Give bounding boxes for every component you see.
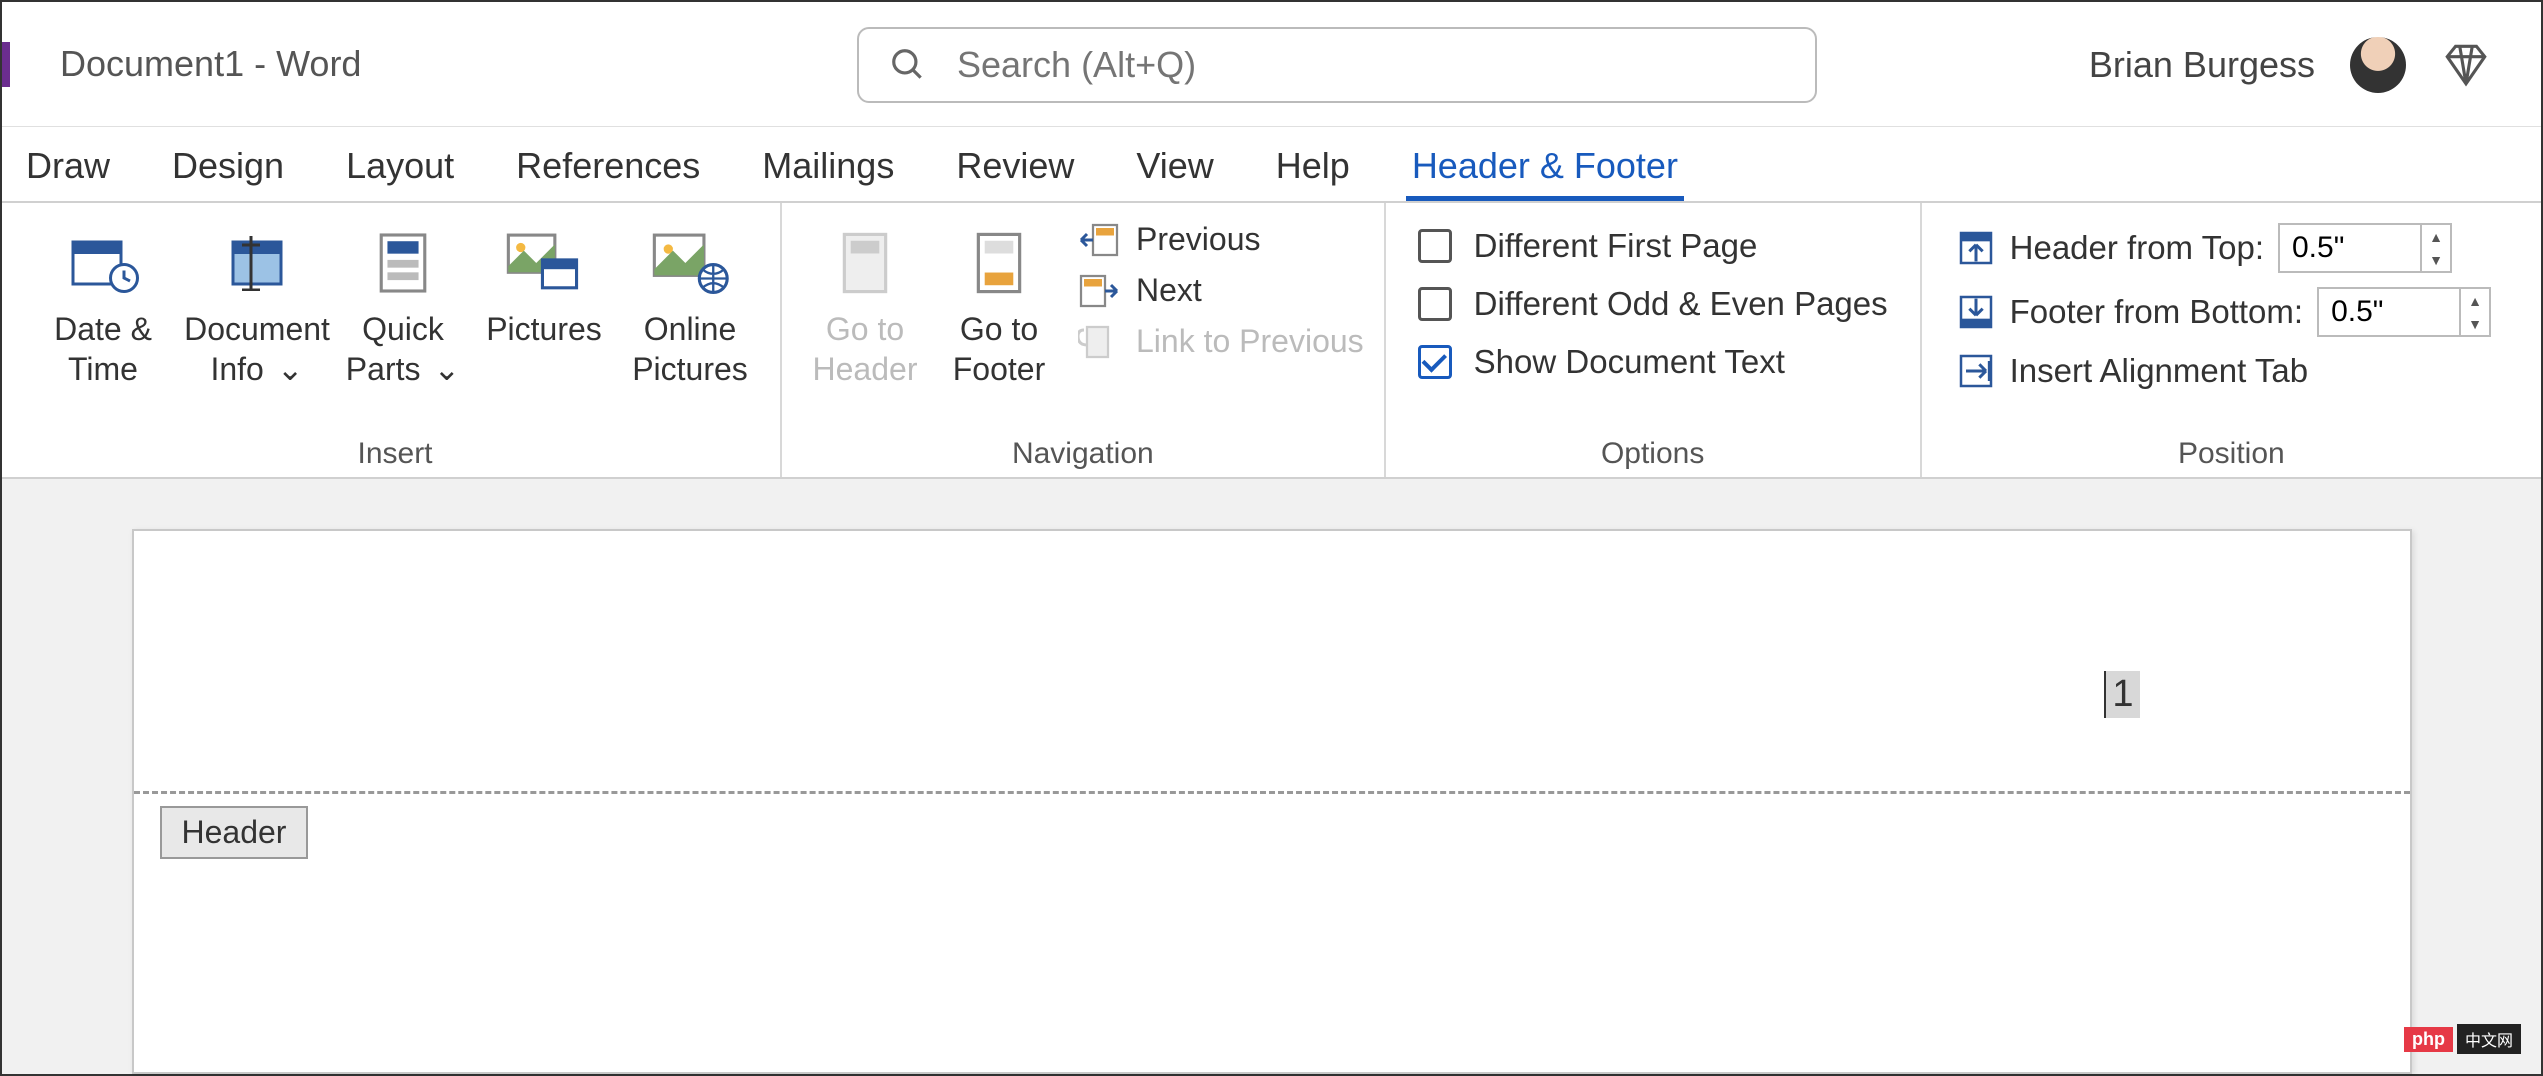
group-insert-label: Insert [30, 431, 760, 471]
page-number-field[interactable]: 1 [2104, 671, 2139, 718]
watermark-left: php [2404, 1027, 2453, 1052]
tab-header-footer[interactable]: Header & Footer [1406, 145, 1684, 201]
link-previous-label: Link to Previous [1136, 323, 1364, 360]
date-time-label: Date & Time [30, 309, 176, 389]
spinner-up-icon[interactable]: ▲ [2422, 225, 2450, 248]
page[interactable]: 1 Header [132, 529, 2412, 1074]
ribbon: Date & Time Document Info ⌄ Quick Parts … [2, 203, 2541, 479]
spinner-up-icon[interactable]: ▲ [2461, 289, 2489, 312]
previous-icon [1078, 222, 1120, 258]
insert-alignment-tab-label: Insert Alignment Tab [2010, 352, 2308, 390]
quick-parts-label: Quick Parts ⌄ [338, 309, 468, 389]
previous-label: Previous [1136, 221, 1261, 258]
premium-diamond-icon[interactable] [2441, 40, 2491, 90]
title-bar: Document1 - Word Brian Burgess [2, 2, 2541, 127]
next-icon [1078, 273, 1120, 309]
document-info-label: Document Info ⌄ [184, 309, 330, 389]
pictures-icon [505, 232, 583, 294]
different-odd-even-label: Different Odd & Even Pages [1474, 285, 1888, 323]
go-to-footer-label: Go to Footer [936, 309, 1062, 389]
quick-parts-button[interactable]: Quick Parts ⌄ [338, 213, 468, 389]
quick-parts-icon [375, 231, 431, 295]
online-pictures-icon [651, 232, 729, 294]
user-area: Brian Burgess [2089, 2, 2491, 127]
group-options-label: Options [1406, 431, 1900, 471]
user-name: Brian Burgess [2089, 44, 2315, 86]
tab-references[interactable]: References [510, 145, 706, 201]
tab-draw[interactable]: Draw [20, 145, 116, 201]
group-insert: Date & Time Document Info ⌄ Quick Parts … [2, 203, 782, 477]
alignment-tab-icon [1956, 351, 1996, 391]
insert-alignment-tab-button[interactable]: Insert Alignment Tab [1956, 351, 2491, 391]
search-input[interactable] [957, 44, 1785, 86]
link-to-previous-button: Link to Previous [1078, 323, 1364, 360]
document-info-icon [221, 235, 293, 291]
tab-view[interactable]: View [1130, 145, 1219, 201]
footer-from-bottom-icon [1956, 292, 1996, 332]
app-accent [2, 42, 10, 87]
chevron-down-icon: ⌄ [433, 349, 460, 389]
group-navigation-label: Navigation [802, 431, 1364, 471]
tab-mailings[interactable]: Mailings [756, 145, 900, 201]
ribbon-tabs: Draw Design Layout References Mailings R… [2, 127, 2541, 203]
avatar[interactable] [2350, 37, 2406, 93]
tab-layout[interactable]: Layout [340, 145, 460, 201]
header-from-top-row: Header from Top: ▲▼ [1956, 223, 2491, 273]
go-to-footer-icon [972, 231, 1026, 295]
group-position-label: Position [1942, 431, 2521, 471]
show-document-text-label: Show Document Text [1474, 343, 1785, 381]
group-position: Header from Top: ▲▼ Footer from Bottom: … [1922, 203, 2541, 477]
search-icon [889, 46, 927, 84]
tab-review[interactable]: Review [950, 145, 1080, 201]
spinner-down-icon[interactable]: ▼ [2422, 248, 2450, 271]
footer-from-bottom-label: Footer from Bottom: [2010, 293, 2303, 331]
document-info-button[interactable]: Document Info ⌄ [184, 213, 330, 389]
document-area: 1 Header [2, 479, 2541, 1074]
previous-button[interactable]: Previous [1078, 221, 1364, 258]
different-first-page-label: Different First Page [1474, 227, 1758, 265]
checkbox-checked-icon [1418, 345, 1452, 379]
document-title: Document1 - Word [60, 43, 361, 85]
watermark-right: 中文网 [2457, 1024, 2521, 1054]
header-from-top-spinner[interactable]: ▲▼ [2278, 223, 2452, 273]
calendar-clock-icon [67, 231, 139, 295]
date-time-button[interactable]: Date & Time [30, 213, 176, 389]
online-pictures-label: Online Pictures [620, 309, 760, 389]
header-zone[interactable]: 1 [134, 531, 2410, 791]
tab-help[interactable]: Help [1270, 145, 1356, 201]
go-to-header-button: Go to Header [802, 213, 928, 389]
header-from-top-label: Header from Top: [2010, 229, 2264, 267]
different-first-page-checkbox[interactable]: Different First Page [1418, 227, 1888, 265]
group-navigation: Go to Header Go to Footer Previous Next … [782, 203, 1386, 477]
chevron-down-icon: ⌄ [277, 349, 304, 389]
group-options: Different First Page Different Odd & Eve… [1386, 203, 1922, 477]
different-odd-even-checkbox[interactable]: Different Odd & Even Pages [1418, 285, 1888, 323]
pictures-label: Pictures [486, 309, 602, 349]
checkbox-icon [1418, 287, 1452, 321]
go-to-header-icon [838, 231, 892, 295]
link-previous-icon [1078, 324, 1120, 360]
search-box[interactable] [857, 27, 1817, 103]
go-to-header-label: Go to Header [802, 309, 928, 389]
watermark: php 中文网 [2404, 1024, 2521, 1054]
next-label: Next [1136, 272, 1202, 309]
show-document-text-checkbox[interactable]: Show Document Text [1418, 343, 1888, 381]
checkbox-icon [1418, 229, 1452, 263]
go-to-footer-button[interactable]: Go to Footer [936, 213, 1062, 389]
footer-from-bottom-input[interactable] [2319, 295, 2459, 329]
tab-design[interactable]: Design [166, 145, 290, 201]
header-divider [134, 791, 2410, 794]
online-pictures-button[interactable]: Online Pictures [620, 213, 760, 389]
spinner-down-icon[interactable]: ▼ [2461, 312, 2489, 335]
footer-from-bottom-row: Footer from Bottom: ▲▼ [1956, 287, 2491, 337]
footer-from-bottom-spinner[interactable]: ▲▼ [2317, 287, 2491, 337]
pictures-button[interactable]: Pictures [476, 213, 612, 349]
header-tag: Header [160, 806, 309, 859]
header-from-top-icon [1956, 228, 1996, 268]
header-from-top-input[interactable] [2280, 231, 2420, 265]
next-button[interactable]: Next [1078, 272, 1364, 309]
